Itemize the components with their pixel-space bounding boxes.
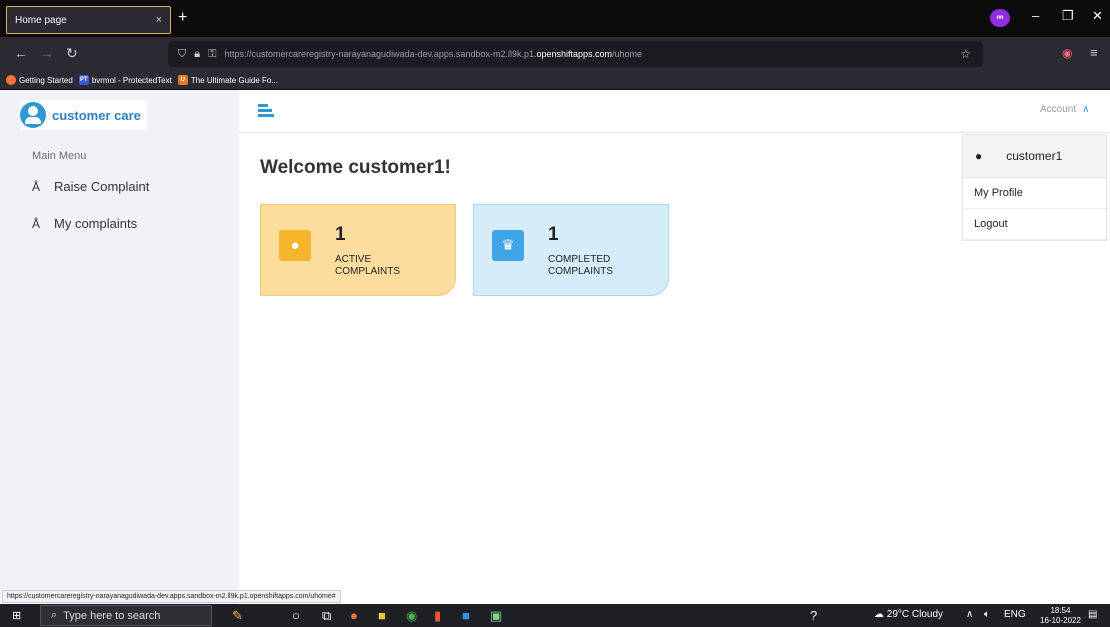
sidebar-item-label: My complaints — [54, 216, 138, 231]
dropdown-username: customer1 — [1006, 149, 1063, 163]
firefox-taskbar-icon[interactable]: ● — [350, 608, 358, 623]
office-icon[interactable]: ▮ — [434, 608, 441, 624]
user-icon: ● — [279, 230, 311, 261]
user-icon: ● — [975, 149, 983, 163]
logout-link[interactable]: Logout — [963, 209, 1106, 240]
sidebar: customer care Main Menu Å Raise Complain… — [0, 90, 239, 604]
welcome-heading: Welcome customer1! — [260, 157, 451, 178]
crown-icon: ♛ — [492, 230, 524, 261]
bookmark-getting-started[interactable]: Getting Started — [6, 75, 73, 85]
tab-home-page[interactable]: Home page × — [6, 6, 171, 34]
chevron-up-icon: ∧ — [1082, 104, 1090, 115]
account-dropdown: ● customer1 My Profile Logout — [962, 134, 1107, 241]
active-complaints-card[interactable]: ● 1 ACTIVE COMPLAINTS — [260, 204, 456, 296]
minimize-icon[interactable]: – — [1032, 8, 1039, 23]
cortana-icon[interactable]: ○ — [292, 608, 300, 623]
chrome-icon[interactable]: ◉ — [406, 608, 417, 624]
pycharm-icon[interactable]: ▣ — [490, 608, 502, 624]
lock-icon[interactable]: 🔒︎ — [194, 48, 200, 61]
tab-title: Home page — [15, 14, 67, 26]
hamburger-menu-icon[interactable]: ≡ — [1090, 45, 1098, 60]
headset-user-icon — [20, 102, 46, 128]
guide-icon: U — [177, 75, 188, 85]
time: 18:54 — [1050, 606, 1071, 615]
pocket-icon[interactable]: ◉ — [1062, 46, 1072, 60]
task-view-icon[interactable]: ⧉ — [322, 608, 331, 624]
bookmark-protectedtext[interactable]: PT bvrmol - ProtectedText — [78, 75, 172, 85]
restore-icon[interactable]: ❐ — [1062, 8, 1074, 24]
tray-chevron-icon[interactable]: ∧ — [966, 609, 973, 620]
completed-complaints-count: 1 — [548, 224, 559, 245]
sidebar-toggle-icon[interactable] — [258, 104, 274, 118]
active-complaints-count: 1 — [335, 224, 346, 245]
header-divider — [239, 132, 1110, 133]
shield-icon[interactable]: ⛉ — [178, 48, 186, 61]
permissions-icon[interactable]: ⚿ — [208, 48, 216, 61]
active-complaints-label: ACTIVE COMPLAINTS — [335, 254, 401, 277]
dropdown-user: ● customer1 — [963, 135, 1106, 178]
weather-text: 29°C Cloudy — [886, 609, 944, 620]
file-explorer-icon[interactable]: ■ — [378, 608, 386, 623]
taskbar-search[interactable]: ⌕ Type here to search — [40, 605, 212, 626]
my-profile-link[interactable]: My Profile — [963, 178, 1106, 209]
search-icon: ⌕ — [51, 609, 58, 621]
browser-navbar: ← → ↻ ⛉ 🔒︎ ⚿ https://customercareregistr… — [0, 37, 1110, 71]
volume-icon[interactable]: 🔈︎ — [984, 609, 990, 620]
logo[interactable]: customer care — [20, 100, 147, 130]
sidebar-item-label: Raise Complaint — [54, 179, 150, 194]
bookmark-label: Getting Started — [19, 75, 73, 85]
sidebar-item-my-complaints[interactable]: Å My complaints — [32, 216, 137, 231]
sidebar-item-raise-complaint[interactable]: Å Raise Complaint — [32, 179, 149, 194]
bookmarks-bar: Getting Started PT bvrmol - ProtectedTex… — [0, 71, 1110, 90]
bookmark-label: bvrmol - ProtectedText — [91, 75, 172, 85]
url-bar[interactable]: ⛉ 🔒︎ ⚿ https://customercareregistry-nara… — [168, 41, 983, 67]
taskbar-widget-icon[interactable]: ✎ — [232, 608, 243, 624]
person-icon: Å — [32, 179, 41, 194]
forward-icon[interactable]: → — [40, 45, 54, 61]
status-url-tooltip: https://customercareregistry-narayanagud… — [2, 590, 341, 603]
new-tab-button[interactable]: + — [178, 8, 187, 28]
language-indicator[interactable]: ENG — [1004, 609, 1026, 620]
bookmark-label: The Ultimate Guide Fo... — [190, 75, 278, 85]
back-icon[interactable]: ← — [14, 45, 28, 61]
store-icon[interactable]: ■ — [462, 608, 470, 623]
tab-close-icon[interactable]: × — [156, 14, 162, 26]
account-menu-button[interactable]: Account ∧ — [1040, 104, 1089, 115]
bookmark-star-icon[interactable]: ☆ — [960, 47, 971, 61]
account-label: Account — [1040, 104, 1077, 115]
windows-start-icon[interactable]: ⊞ — [12, 609, 21, 622]
weather-widget[interactable]: ☁ 29°C Cloudy — [874, 609, 943, 620]
browser-tabbar: Home page × + ∞ – ❐ ✕ — [0, 0, 1110, 37]
completed-complaints-label: COMPLETED COMPLAINTS — [548, 254, 614, 277]
bookmark-ultimate-guide[interactable]: U The Ultimate Guide Fo... — [177, 75, 278, 85]
search-placeholder: Type here to search — [63, 609, 161, 622]
date: 16-10-2022 — [1040, 616, 1081, 625]
help-icon[interactable]: ? — [810, 608, 817, 623]
url-text: https://customercareregistry-narayanagud… — [224, 49, 643, 59]
windows-taskbar: ⊞ ⌕ Type here to search ✎ ○ ⧉ ● ■ ◉ ▮ ■ … — [0, 604, 1110, 627]
cloud-icon: ☁ — [874, 609, 884, 620]
clock[interactable]: 18:54 16-10-2022 — [1040, 606, 1081, 626]
reload-icon[interactable]: ↻ — [66, 45, 78, 62]
firefox-icon — [6, 75, 16, 85]
private-browsing-icon: ∞ — [990, 9, 1010, 27]
person-icon: Å — [32, 216, 41, 231]
close-window-icon[interactable]: ✕ — [1092, 8, 1103, 24]
protectedtext-icon: PT — [78, 75, 89, 85]
menu-heading: Main Menu — [32, 150, 87, 162]
completed-complaints-card[interactable]: ♛ 1 COMPLETED COMPLAINTS — [473, 204, 669, 296]
notifications-icon[interactable]: ▤ — [1088, 609, 1097, 620]
logo-text: customer care — [52, 107, 141, 123]
